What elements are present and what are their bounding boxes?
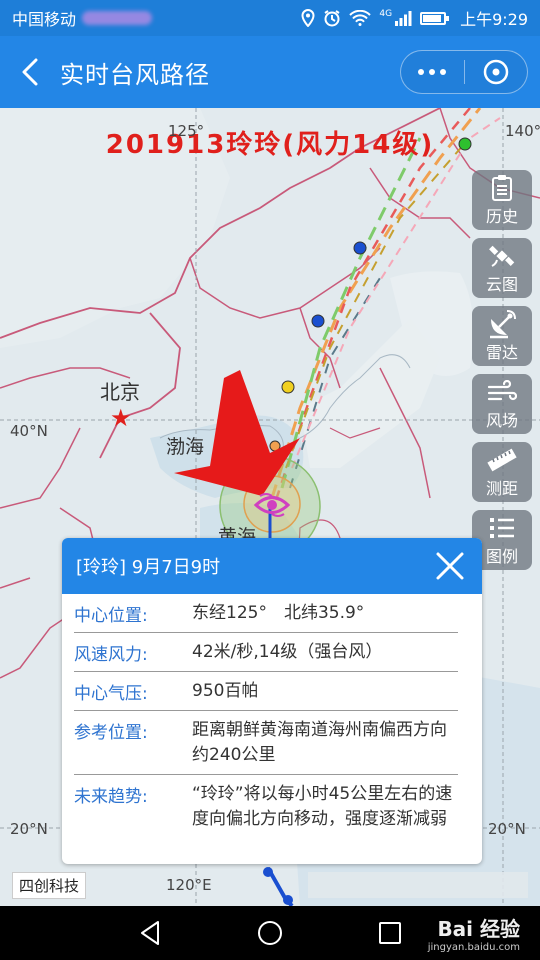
watermark-url: jingyan.baidu.com	[427, 942, 520, 953]
info-label: 风速风力:	[74, 645, 148, 665]
nav-back-icon	[141, 921, 159, 945]
satellite-label: 云图	[485, 275, 518, 294]
info-row-position: 中心位置: 东经125° 北纬35.9°	[74, 594, 458, 633]
app-header: 实时台风路径	[0, 36, 540, 108]
typhoon-info-popup: [玲玲] 9月7日9时 中心位置: 东经125° 北纬35.9° 风速风力: 4…	[62, 538, 482, 864]
info-row-reference: 参考位置: 距离朝鲜黄海南道海州南偏西方向约240公里	[74, 711, 458, 775]
lon-label-120: 120°E	[166, 876, 212, 894]
history-label: 历史	[485, 207, 518, 226]
satellite-icon	[488, 241, 516, 271]
watermark-logo: Bai 经验	[437, 917, 520, 941]
brand-tag: 四创科技	[12, 872, 87, 899]
wind-icon	[487, 377, 517, 407]
popup-title: [玲玲] 9月7日9时	[76, 557, 221, 578]
legend-list-icon	[488, 513, 516, 543]
nav-back-button[interactable]	[130, 913, 170, 953]
lat-label-20-right: 20°N	[488, 820, 526, 838]
more-dots-icon	[418, 69, 425, 75]
info-value: 东经125° 北纬35.9°	[192, 603, 365, 623]
status-icons: 4G 上午9:29	[301, 6, 528, 30]
nav-home-button[interactable]	[250, 913, 290, 953]
more-dot	[440, 69, 447, 75]
info-label: 中心位置:	[74, 606, 148, 626]
popup-close-button[interactable]	[434, 550, 466, 582]
place-beijing: 北京	[100, 380, 140, 404]
typhoon-title: 201913玲玲(风力14级)	[105, 130, 435, 160]
clock: 上午9:29	[460, 10, 528, 29]
info-row-wind: 风速风力: 42米/秒,14级（强台风）	[74, 633, 458, 672]
measure-label: 测距	[485, 479, 518, 498]
back-chevron-icon	[22, 58, 38, 86]
history-icon	[490, 173, 514, 203]
radar-icon	[487, 309, 517, 339]
carrier: 中国移动	[12, 6, 153, 30]
watermark: Bai 经验 jingyan.baidu.com	[428, 906, 520, 960]
info-label: 未来趋势:	[74, 787, 148, 807]
info-label: 参考位置:	[74, 723, 148, 743]
nav-recent-button[interactable]	[370, 913, 410, 953]
wind-field-label: 风场	[485, 411, 518, 430]
radar-button[interactable]: 雷达	[472, 306, 532, 366]
network-type: 4G	[379, 9, 393, 19]
map-toolbar: 历史 云图 雷达 风场 测距 图例	[472, 170, 532, 578]
typhoon-eye-icon[interactable]	[252, 490, 292, 520]
info-value: 42米/秒,14级（强台风）	[192, 642, 383, 662]
info-row-trend: 未来趋势: “玲玲”将以每小时45公里左右的速度向偏北方向移动，强度逐渐减弱	[74, 775, 458, 838]
place-bohai: 渤海	[166, 436, 205, 458]
carrier-label: 中国移动	[12, 10, 77, 29]
signal-icon	[395, 11, 412, 26]
page-title: 实时台风路径	[60, 60, 210, 89]
lon-label-140: 140°	[505, 122, 540, 140]
capital-star-icon: ★	[110, 404, 132, 432]
close-mini-program-button[interactable]	[465, 51, 528, 93]
battery-icon	[420, 11, 450, 25]
popup-header: [玲玲] 9月7日9时	[62, 538, 482, 594]
nav-recent-icon	[379, 922, 401, 944]
satellite-button[interactable]: 云图	[472, 238, 532, 298]
alarm-icon	[324, 10, 340, 27]
lat-label-20: 20°N	[10, 820, 48, 838]
history-button[interactable]: 历史	[472, 170, 532, 230]
lon-label-125: 125°	[168, 122, 205, 140]
info-label: 中心气压:	[74, 684, 148, 704]
wind-field-button[interactable]: 风场	[472, 374, 532, 434]
more-dot	[429, 69, 436, 75]
location-icon	[301, 9, 315, 27]
radar-label: 雷达	[485, 343, 518, 362]
ruler-icon	[486, 445, 518, 475]
popup-body: 中心位置: 东经125° 北纬35.9° 风速风力: 42米/秒,14级（强台风…	[62, 594, 482, 838]
typhoon-map[interactable]: 201913玲玲(风力14级) 40°N 20°N 20°N 120°E 125…	[0, 108, 540, 906]
more-button[interactable]	[401, 51, 464, 93]
status-bar: 中国移动 4G 上午9:29	[0, 0, 540, 36]
info-value: “玲玲”将以每小时45公里左右的速度向偏北方向移动，强度逐渐减弱	[192, 784, 453, 829]
measure-button[interactable]: 测距	[472, 442, 532, 502]
blurred-area	[82, 11, 153, 25]
blurred-area	[308, 872, 528, 898]
info-value: 距离朝鲜黄海南道海州南偏西方向约240公里	[192, 720, 447, 765]
nav-home-icon	[258, 921, 282, 945]
lat-label-40: 40°N	[10, 422, 48, 440]
legend-label: 图例	[485, 547, 518, 566]
info-row-pressure: 中心气压: 950百帕	[74, 672, 458, 711]
wifi-icon	[349, 10, 372, 26]
back-button[interactable]	[0, 36, 60, 108]
info-value: 950百帕	[192, 681, 259, 701]
close-icon	[436, 552, 464, 580]
close-target-icon	[483, 59, 508, 85]
mini-program-capsule	[400, 50, 528, 94]
